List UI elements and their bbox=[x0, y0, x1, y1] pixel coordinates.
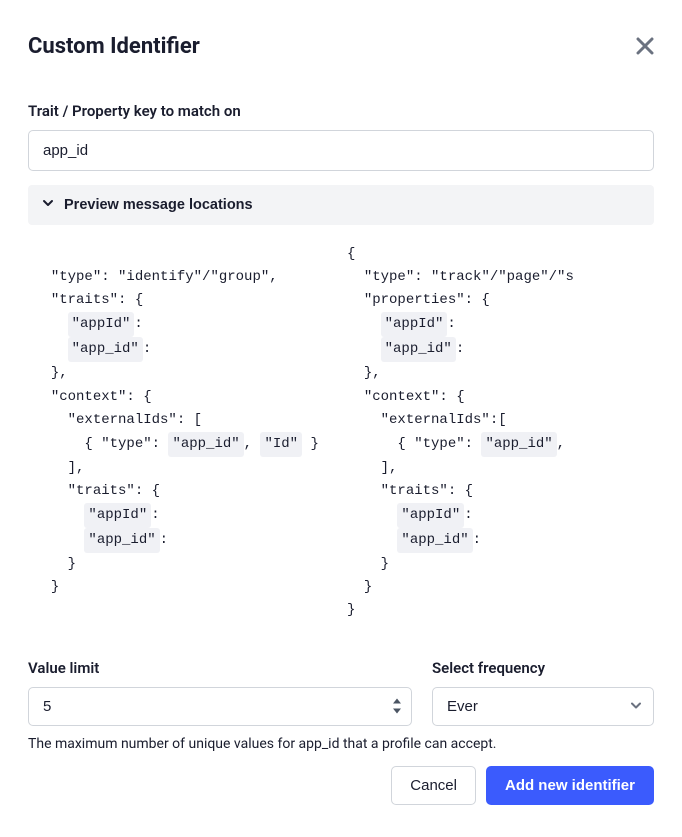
preview-locations-label: Preview message locations bbox=[64, 197, 253, 213]
cancel-button[interactable]: Cancel bbox=[391, 766, 476, 805]
helper-text: The maximum number of unique values for … bbox=[28, 736, 654, 752]
close-icon bbox=[636, 30, 654, 61]
chevron-down-icon bbox=[42, 197, 54, 213]
stepper-down[interactable] bbox=[390, 707, 404, 716]
trait-key-label: Trait / Property key to match on bbox=[28, 102, 654, 120]
close-button[interactable] bbox=[636, 32, 654, 60]
select-frequency-label: Select frequency bbox=[432, 659, 654, 677]
trait-key-input[interactable] bbox=[28, 130, 654, 171]
stepper-up[interactable] bbox=[390, 697, 404, 706]
code-left-column: "type": "identify"/"group", "traits": { … bbox=[28, 243, 341, 623]
value-limit-input[interactable] bbox=[28, 687, 412, 726]
code-right-column: { "type": "track"/"page"/"s "properties"… bbox=[341, 243, 654, 623]
add-identifier-button[interactable]: Add new identifier bbox=[486, 766, 654, 805]
preview-locations-toggle[interactable]: Preview message locations bbox=[28, 185, 654, 225]
code-preview: "type": "identify"/"group", "traits": { … bbox=[28, 243, 654, 623]
value-limit-label: Value limit bbox=[28, 659, 412, 677]
select-frequency[interactable]: Ever bbox=[432, 687, 654, 726]
modal-title: Custom Identifier bbox=[28, 34, 200, 59]
